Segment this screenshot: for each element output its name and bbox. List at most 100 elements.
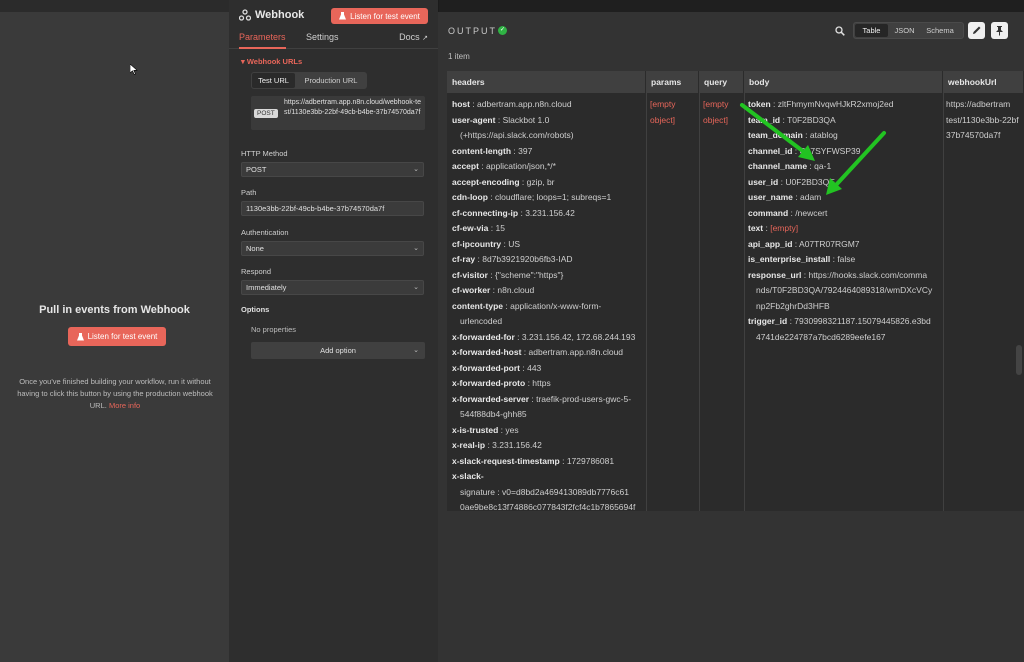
authentication-select[interactable]: None ⌄ [241,241,424,256]
body-value: zltFhmymNvqwHJkR2xmoj2ed [777,99,894,109]
pin-data-button[interactable] [991,22,1008,39]
output-view-toggle: Table JSON Schema [853,22,964,39]
separator: : [487,192,495,202]
help-text: Once you've finished building your workf… [14,376,216,412]
headers-row: x-forwarded-port : 443 [452,361,644,377]
headers-key: x-slack-request-timestamp [452,455,560,466]
http-method-select[interactable]: POST ⌄ [241,162,424,177]
headers-key: content-type [452,300,503,311]
headers-row: x-slack-signature : v0=d8bd2a469413089db… [452,469,644,516]
column-header-params: params [646,71,699,93]
respond-select[interactable]: Immediately ⌄ [241,280,424,295]
tab-settings[interactable]: Settings [306,32,339,47]
view-json-button[interactable]: JSON [890,24,919,37]
separator: : [519,176,527,187]
body-value: adam [799,192,822,202]
authentication-label: Authentication [241,228,289,237]
body-key: user_id [748,176,779,187]
separator: : [521,347,529,357]
headers-key: cf-worker [452,285,491,295]
column-header-headers: headers [447,71,646,93]
column-header-body: body [744,71,943,93]
test-url-toggle[interactable]: Test URL [252,73,295,88]
headers-value: yes [505,424,519,435]
separator: : [495,114,503,125]
headers-value: 15 [495,223,505,233]
headers-value: cloudflare; loops=1; subreqs=1 [494,192,612,202]
body-row: team_id : T0F2BD3QA [748,113,942,129]
body-key: response_url [748,269,802,280]
listen-for-test-event-button[interactable]: Listen for test event [68,327,166,346]
node-title: Webhook [255,9,305,21]
body-key: team_domain [748,130,803,140]
chevron-down-icon: ⌄ [413,245,419,252]
flask-icon [76,332,84,340]
table-header-row: headers params query body webhookUrl [447,71,1024,93]
pin-icon [996,26,1003,36]
body-value: 7930998321187.15079445826.e3bd [794,316,931,326]
body-key: user_name [748,192,793,202]
separator: : [802,130,810,140]
view-table-button[interactable]: Table [855,24,888,37]
headers-row: x-forwarded-server : traefik-prod-users-… [452,392,644,423]
parameters-pane: Webhook Listen for test event Parameters… [229,0,439,662]
headers-value-continued: 0ae9be8c13f74886c077843f2fcf4c1b7865694f [460,502,636,512]
headers-row: x-forwarded-host : adbertram.app.n8n.clo… [452,345,644,361]
body-cell: token : zltFhmymNvqwHJkR2xmoj2ed team_id … [748,97,942,345]
more-info-link[interactable]: More info [109,401,140,410]
body-key: channel_name [748,161,808,171]
external-link-icon: ↗ [422,35,428,42]
column-divider [943,93,944,511]
webhookurl-line: https://adbertram [946,99,1011,109]
headers-row: accept : application/json,*/* [452,159,644,175]
headers-row: cdn-loop : cloudflare; loops=1; subreqs=… [452,190,644,206]
listen-button-label: Listen for test event [350,11,420,21]
options-label: Options [241,305,270,314]
headers-value: Slackbot 1.0 [502,114,550,125]
headers-value-continued: urlencoded [460,316,503,326]
headers-row: cf-visitor : {"scheme":"https"} [452,268,644,284]
params-empty-value: [empty object] [650,99,676,125]
headers-row: cf-worker : n8n.cloud [452,283,644,299]
production-url-toggle[interactable]: Production URL [297,73,365,88]
headers-row: host : adbertram.app.n8n.cloud [452,97,644,113]
body-key: api_app_id [748,238,793,249]
output-title: OUTPUT [448,26,497,36]
body-value: atablog [809,130,838,140]
headers-value: 397 [518,145,533,156]
headers-value: 3.231.156.42, 172.68.244.193 [521,331,636,342]
webhook-icon [239,9,251,21]
edit-output-button[interactable] [968,22,985,39]
path-input[interactable]: 1130e3bb-22bf-49cb-b4be-37b74570da7f [241,201,424,216]
headers-row: user-agent : Slackbot 1.0 (+https://api.s… [452,113,644,144]
headers-key: accept [452,161,479,171]
respond-value: Immediately [246,283,287,292]
body-value: T0F2BD3QA [787,114,836,125]
body-value: qa-1 [814,161,832,171]
separator: : [792,145,800,156]
query-cell: [empty object] [703,97,743,128]
headers-value: adbertram.app.n8n.cloud [477,99,572,109]
http-method-value: POST [246,165,267,174]
headers-row: content-type : application/x-www-form-ur… [452,299,644,330]
body-value-continued: nds/T0F2BD3QA/7924464089318/wmDXcVCy [756,285,933,295]
body-key: team_id [748,114,781,125]
body-value: A07TR07RGM7 [799,238,860,249]
view-schema-button[interactable]: Schema [920,24,960,37]
body-row: channel_name : qa-1 [748,159,942,175]
scrollbar-handle[interactable] [1016,345,1022,375]
body-row: token : zltFhmymNvqwHJkR2xmoj2ed [748,97,942,113]
headers-value: 1729786081 [566,455,615,466]
headers-key: cf-connecting-ip [452,207,519,218]
success-check-icon: ✓ [498,26,507,35]
webhook-urls-section[interactable]: ▾ Webhook URLs [241,57,302,66]
tab-docs[interactable]: Docs ↗ [399,32,428,47]
body-key: text [748,223,764,233]
body-value-continued: 4741de224787a7bcd6289eefe167 [756,331,886,342]
webhook-url-box[interactable]: POST https://adbertram.app.n8n.cloud/web… [251,96,425,130]
listen-for-test-event-button[interactable]: Listen for test event [331,8,428,24]
separator: : [559,455,567,466]
tab-parameters[interactable]: Parameters [239,32,286,49]
add-option-button[interactable]: Add option ⌄ [251,342,425,359]
search-icon[interactable] [835,26,845,36]
